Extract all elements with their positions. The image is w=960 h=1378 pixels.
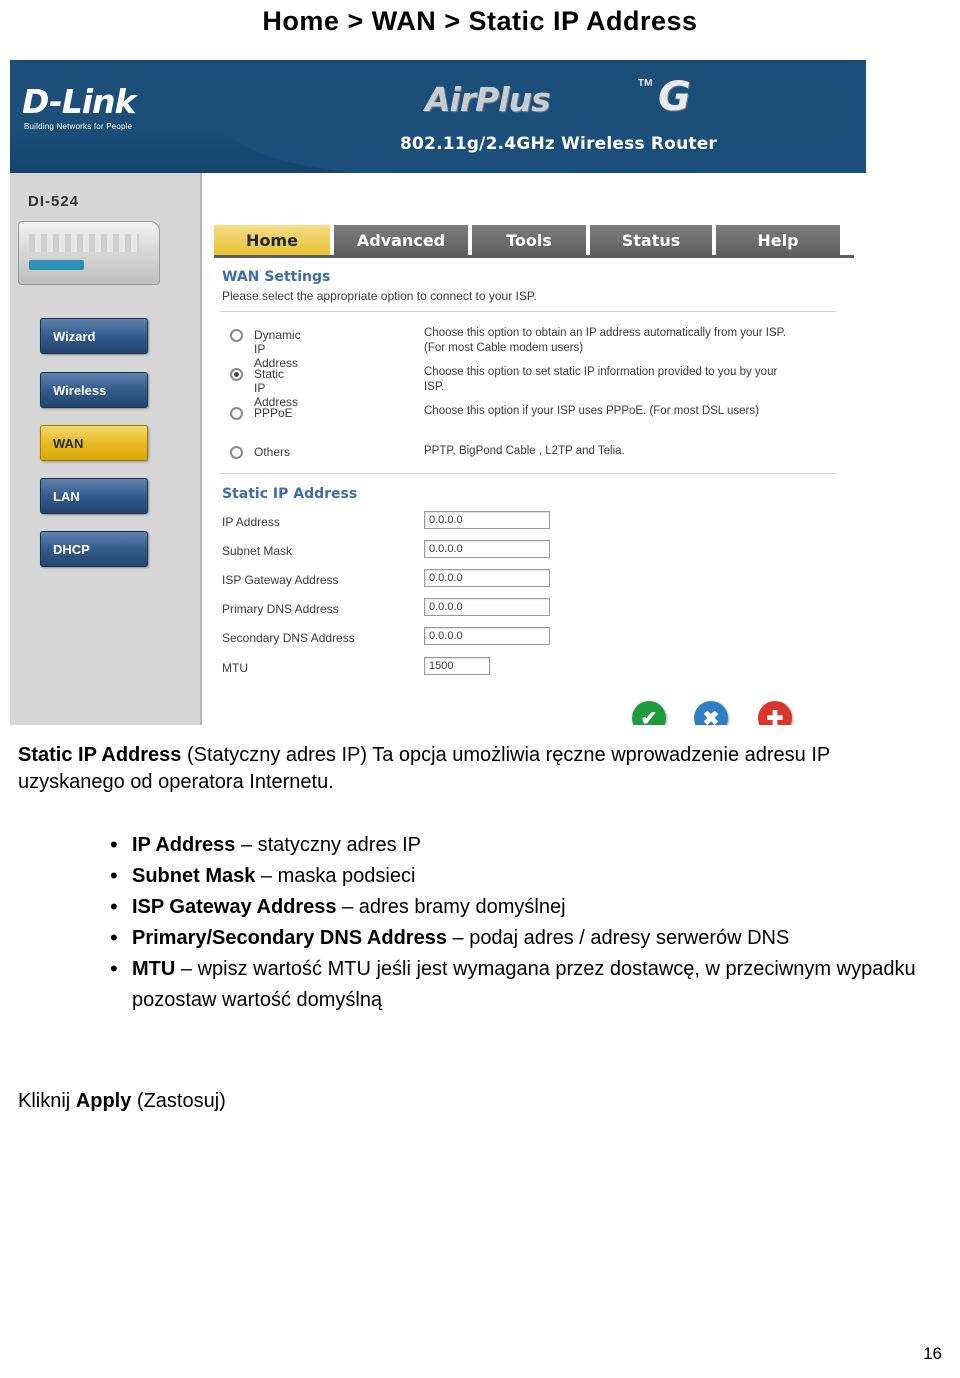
bullet-term: ISP Gateway Address (132, 896, 337, 918)
list-item: IP Address – statyczny adres IP (110, 829, 950, 861)
cancel-button[interactable]: ✖ (694, 701, 728, 725)
router-content-panel: Home Advanced Tools Status Help WAN Sett… (202, 173, 866, 725)
bullet-term: Primary/Secondary DNS Address (132, 927, 447, 949)
radio-label: PPPoE (254, 406, 293, 420)
tab-advanced[interactable]: Advanced (334, 225, 470, 255)
trademark-symbol: TM (638, 78, 653, 89)
sidebar-item-label: LAN (53, 488, 80, 504)
help-button[interactable]: ✚ (758, 701, 792, 725)
tab-label: Status (621, 230, 681, 250)
secondary-dns-input[interactable]: 0.0.0.0 (424, 627, 550, 645)
router-device-image (18, 221, 160, 285)
section-divider (220, 473, 836, 474)
router-sidebar: DI-524 Wizard Wireless WAN LAN DHCP (10, 173, 202, 725)
bullet-term: IP Address (132, 834, 236, 856)
field-label-mtu: MTU (222, 661, 248, 675)
close-icon: ✖ (702, 707, 720, 726)
closing-term: Apply (75, 1090, 132, 1112)
primary-dns-input[interactable]: 0.0.0.0 (424, 598, 550, 616)
closing-instruction: Kliknij Apply (Zastosuj) (18, 1090, 226, 1113)
section-divider (220, 311, 836, 312)
bullet-desc: – podaj adres / adresy serwerów DNS (446, 927, 790, 949)
static-ip-title: Static IP Address (222, 486, 358, 502)
sidebar-item-label: Wireless (53, 382, 107, 398)
isp-gateway-input[interactable]: 0.0.0.0 (424, 569, 550, 587)
bullet-desc: – maska podsieci (255, 865, 416, 887)
airplus-wordmark: AirPlus (425, 80, 551, 119)
sidebar-item-dhcp[interactable]: DHCP (40, 531, 148, 567)
radio-description: PPTP, BigPond Cable , L2TP and Telia. (424, 445, 625, 457)
closing-prefix: Kliknij (18, 1090, 76, 1112)
tab-tools[interactable]: Tools (472, 225, 588, 255)
tab-status[interactable]: Status (590, 225, 714, 255)
sidebar-item-lan[interactable]: LAN (40, 478, 148, 514)
bullet-desc: – statyczny adres IP (235, 834, 422, 856)
list-item: Primary/Secondary DNS Address – podaj ad… (110, 922, 950, 954)
mtu-input[interactable]: 1500 (424, 657, 490, 675)
intro-term: Static IP Address (18, 744, 182, 766)
wan-settings-subtitle: Please select the appropriate option to … (222, 289, 537, 303)
dlink-logo: D-Link (22, 82, 136, 121)
radio-description: Choose this option to obtain an IP addre… (424, 327, 787, 354)
radio-others[interactable] (230, 446, 243, 459)
radio-pppoe[interactable] (230, 407, 243, 420)
subnet-mask-input[interactable]: 0.0.0.0 (424, 540, 550, 558)
list-item: ISP Gateway Address – adres bramy domyśl… (110, 891, 950, 923)
sidebar-model-label: DI-524 (28, 193, 80, 210)
intro-paragraph: Static IP Address (Statyczny adres IP) T… (18, 742, 938, 796)
apply-button[interactable]: ✔ (632, 701, 666, 725)
airplus-g-letter: G (658, 74, 691, 120)
bullet-term: MTU (132, 958, 176, 980)
bullet-desc: – wpisz wartość MTU jeśli jest wymagana … (132, 958, 916, 1011)
radio-label: Static IP Address (254, 367, 299, 409)
wan-settings-title: WAN Settings (222, 269, 331, 285)
bullet-desc: – adres bramy domyślnej (336, 896, 566, 918)
router-tabbar: Home Advanced Tools Status Help (214, 225, 854, 259)
bullet-term: Subnet Mask (132, 865, 256, 887)
dlink-tagline: Building Networks for People (24, 122, 133, 131)
plus-icon: ✚ (766, 707, 784, 726)
tab-help[interactable]: Help (716, 225, 840, 255)
ip-address-input[interactable]: 0.0.0.0 (424, 511, 550, 529)
field-description-list: IP Address – statyczny adres IP Subnet M… (110, 829, 950, 1016)
sidebar-item-label: WAN (53, 435, 84, 451)
radio-static-ip[interactable] (230, 368, 243, 381)
tab-label: Tools (506, 230, 552, 250)
document-page: Home > WAN > Static IP Address D-Link Bu… (0, 0, 960, 1378)
tab-label: Home (246, 230, 298, 250)
list-item: MTU – wpisz wartość MTU jeśli jest wymag… (110, 953, 950, 1016)
tab-home[interactable]: Home (214, 225, 332, 255)
field-label-primary-dns: Primary DNS Address (222, 602, 339, 616)
router-ui-screenshot: D-Link Building Networks for People AirP… (10, 60, 866, 725)
router-banner: D-Link Building Networks for People AirP… (10, 60, 866, 173)
router-model-subtitle: 802.11g/2.4GHz Wireless Router (400, 134, 718, 154)
field-label-ip-address: IP Address (222, 515, 280, 529)
radio-description: Choose this option if your ISP uses PPPo… (424, 405, 759, 417)
tab-label: Help (757, 230, 799, 250)
radio-label: Others (254, 445, 291, 459)
field-label-secondary-dns: Secondary DNS Address (222, 631, 355, 645)
radio-dynamic-ip[interactable] (230, 329, 243, 342)
field-label-subnet-mask: Subnet Mask (222, 544, 293, 558)
list-item: Subnet Mask – maska podsieci (110, 860, 950, 892)
check-icon: ✔ (640, 707, 658, 726)
page-title: Home > WAN > Static IP Address (262, 6, 698, 36)
field-label-isp-gateway: ISP Gateway Address (222, 573, 339, 587)
page-number: 16 (923, 1344, 942, 1363)
radio-label: Dynamic IP Address (254, 328, 301, 370)
radio-description: Choose this option to set static IP info… (424, 366, 778, 393)
sidebar-item-wireless[interactable]: Wireless (40, 372, 148, 408)
sidebar-item-wan[interactable]: WAN (40, 425, 148, 461)
tabbar-underline (214, 255, 854, 258)
closing-suffix: (Zastosuj) (131, 1090, 226, 1112)
sidebar-item-label: Wizard (53, 328, 96, 344)
sidebar-item-wizard[interactable]: Wizard (40, 318, 148, 354)
tab-label: Advanced (356, 230, 446, 250)
sidebar-item-label: DHCP (53, 541, 90, 557)
